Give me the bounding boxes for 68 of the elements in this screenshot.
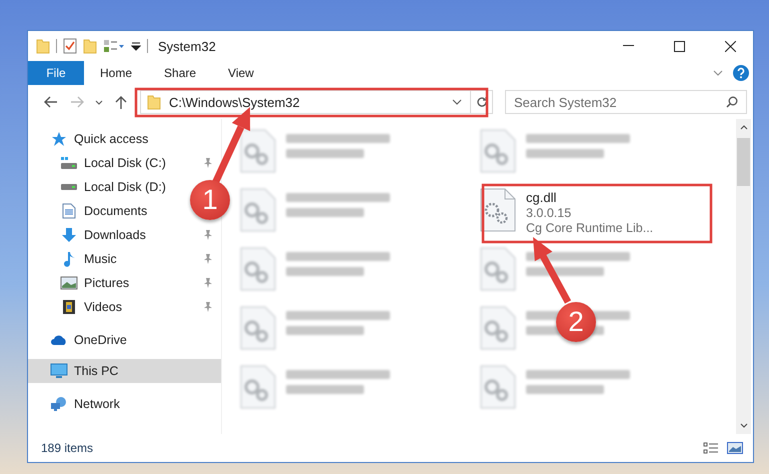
- status-text: 189 items: [41, 441, 94, 455]
- window-title: System32: [158, 38, 216, 54]
- nav-item[interactable]: Local Disk (C:): [60, 151, 166, 175]
- chevron-up-icon[interactable]: [740, 125, 748, 130]
- music-note-icon: [62, 251, 76, 267]
- up-arrow-icon[interactable]: [115, 95, 127, 109]
- address-field[interactable]: C:\Windows\System32: [140, 90, 493, 114]
- network-icon: [50, 396, 68, 412]
- pin-icon: [203, 253, 213, 265]
- search-field[interactable]: Search System32: [505, 90, 747, 114]
- nav-item[interactable]: Network: [28, 392, 221, 416]
- file-icon: [240, 306, 276, 350]
- file-icon: [240, 129, 276, 173]
- maximize-icon[interactable]: [674, 40, 685, 52]
- chevron-down-icon[interactable]: [740, 423, 748, 428]
- search-icon[interactable]: [726, 96, 738, 108]
- nav-item[interactable]: This PC: [28, 359, 221, 383]
- ribbon-tab[interactable]: View: [212, 61, 270, 85]
- scrollbar-thumb[interactable]: [737, 138, 750, 186]
- pin-icon: [203, 301, 213, 313]
- drive-icon: [60, 156, 78, 170]
- cloud-icon: [50, 334, 68, 346]
- nav-item[interactable]: Local Disk (D:): [60, 175, 166, 199]
- nav-item[interactable]: OneDrive: [28, 328, 221, 352]
- details-view-icon[interactable]: [703, 442, 719, 454]
- download-icon: [61, 227, 77, 243]
- ribbon-tab[interactable]: File: [28, 61, 84, 85]
- file-gear-icon: [480, 188, 516, 232]
- close-icon[interactable]: [725, 40, 736, 52]
- ribbon-tab[interactable]: Home: [84, 61, 148, 85]
- file-icon: [240, 188, 276, 232]
- file-icon: [240, 247, 276, 291]
- pin-icon: [203, 229, 213, 241]
- drive-icon: [60, 183, 78, 191]
- nav-item[interactable]: Quick access: [28, 127, 221, 151]
- film-icon: [62, 299, 76, 315]
- monitor-icon: [50, 363, 68, 379]
- dropdown-icon[interactable]: [131, 41, 141, 51]
- nav-item[interactable]: Pictures: [60, 271, 130, 295]
- file-icon: [480, 129, 516, 173]
- file-name: cg.dll: [526, 190, 558, 205]
- help-icon[interactable]: [733, 65, 749, 81]
- ribbon-tab[interactable]: Share: [148, 61, 212, 85]
- file-icon: [480, 247, 516, 291]
- minimize-icon[interactable]: [623, 45, 634, 47]
- pin-icon: [203, 277, 213, 289]
- file-icon: [480, 306, 516, 350]
- checklist-icon[interactable]: [63, 38, 77, 54]
- large-icons-view-icon[interactable]: [727, 442, 743, 454]
- nav-item[interactable]: Videos: [60, 295, 122, 319]
- nav-item[interactable]: Documents: [60, 199, 148, 223]
- chevron-down-icon[interactable]: [452, 99, 462, 105]
- chevron-down-icon[interactable]: [95, 100, 103, 104]
- file-detail: Cg Core Runtime Lib...: [526, 221, 654, 235]
- file-icon: [240, 365, 276, 409]
- back-arrow-icon[interactable]: [44, 96, 58, 108]
- file-detail: 3.0.0.15: [526, 206, 572, 220]
- nav-item[interactable]: Downloads: [60, 223, 146, 247]
- picture-icon: [60, 276, 78, 290]
- refresh-icon[interactable]: [476, 96, 488, 108]
- document-icon: [62, 203, 76, 219]
- file-item[interactable]: cg.dll 3.0.0.15 Cg Core Runtime Lib...: [480, 188, 720, 238]
- properties-icon[interactable]: [103, 39, 125, 53]
- nav-item[interactable]: Music: [60, 247, 117, 271]
- pin-icon: [203, 157, 213, 169]
- file-icon: [480, 365, 516, 409]
- star-icon: [51, 131, 67, 147]
- arrow: [533, 237, 572, 304]
